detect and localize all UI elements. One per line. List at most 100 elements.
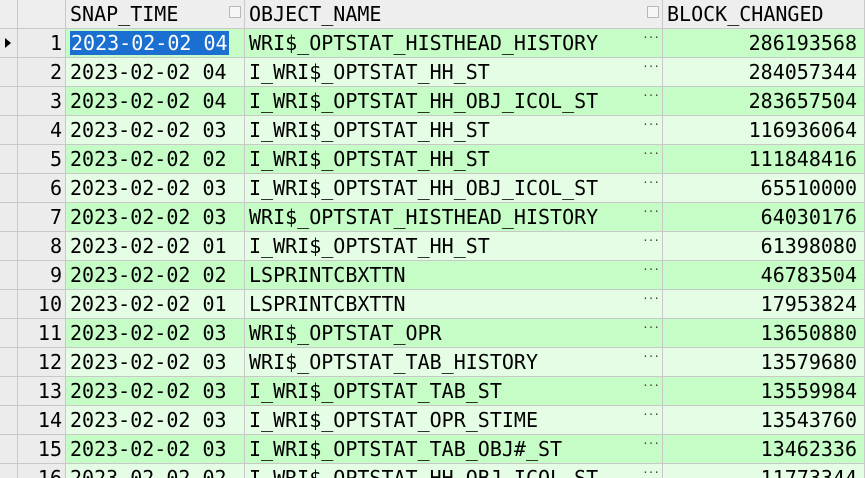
- table-row[interactable]: 1 2023-02-02 04 WRI$_OPTSTAT_HISTHEAD_HIST…: [0, 29, 865, 58]
- column-filter-icon[interactable]: [229, 6, 241, 18]
- cell-block-changed[interactable]: 284057344: [663, 58, 865, 87]
- cell-object-name[interactable]: WRI$_OPTSTAT_HISTHEAD_HISTORY...: [245, 203, 663, 232]
- cell-snap-time[interactable]: 2023-02-02 03: [66, 406, 245, 435]
- cell-ellipsis-button[interactable]: ...: [642, 203, 660, 214]
- row-indicator[interactable]: [0, 145, 18, 174]
- cell-snap-time[interactable]: 2023-02-02 04: [66, 87, 245, 116]
- table-row[interactable]: 5 2023-02-02 02 I_WRI$_OPTSTAT_HH_ST... 111…: [0, 145, 865, 174]
- cell-object-name[interactable]: I_WRI$_OPTSTAT_TAB_ST...: [245, 377, 663, 406]
- table-row[interactable]: 10 2023-02-02 01 LSPRINTCBXTTN... 17953824: [0, 290, 865, 319]
- table-row[interactable]: 11 2023-02-02 03 WRI$_OPTSTAT_OPR... 136508…: [0, 319, 865, 348]
- header-corner[interactable]: [0, 0, 18, 29]
- row-indicator[interactable]: [0, 406, 18, 435]
- table-row[interactable]: 14 2023-02-02 03 I_WRI$_OPTSTAT_OPR_STIME.…: [0, 406, 865, 435]
- cell-block-changed[interactable]: 64030176: [663, 203, 865, 232]
- cell-snap-time[interactable]: 2023-02-02 03: [66, 377, 245, 406]
- cell-ellipsis-button[interactable]: ...: [642, 174, 660, 185]
- cell-snap-time[interactable]: 2023-02-02 02: [66, 261, 245, 290]
- table-row[interactable]: 2 2023-02-02 04 I_WRI$_OPTSTAT_HH_ST... 284…: [0, 58, 865, 87]
- cell-block-changed[interactable]: 17953824: [663, 290, 865, 319]
- table-row[interactable]: 3 2023-02-02 04 I_WRI$_OPTSTAT_HH_OBJ_ICOL…: [0, 87, 865, 116]
- cell-object-name[interactable]: I_WRI$_OPTSTAT_TAB_OBJ#_ST...: [245, 435, 663, 464]
- cell-snap-time[interactable]: 2023-02-02 03: [66, 174, 245, 203]
- row-indicator[interactable]: [0, 174, 18, 203]
- row-indicator[interactable]: [0, 464, 18, 478]
- cell-block-changed[interactable]: 61398080: [663, 232, 865, 261]
- row-indicator[interactable]: [0, 348, 18, 377]
- cell-block-changed[interactable]: 11773344: [663, 464, 865, 478]
- table-row[interactable]: 7 2023-02-02 03 WRI$_OPTSTAT_HISTHEAD_HIST…: [0, 203, 865, 232]
- row-indicator[interactable]: [0, 319, 18, 348]
- row-indicator[interactable]: [0, 290, 18, 319]
- cell-ellipsis-button[interactable]: ...: [642, 58, 660, 69]
- table-row[interactable]: 15 2023-02-02 03 I_WRI$_OPTSTAT_TAB_OBJ#_S…: [0, 435, 865, 464]
- row-indicator[interactable]: [0, 232, 18, 261]
- cell-object-name[interactable]: I_WRI$_OPTSTAT_HH_OBJ_ICOL_ST...: [245, 464, 663, 478]
- cell-ellipsis-button[interactable]: ...: [642, 29, 660, 40]
- cell-snap-time[interactable]: 2023-02-02 03: [66, 116, 245, 145]
- row-indicator[interactable]: [0, 203, 18, 232]
- column-header-object-name[interactable]: OBJECT_NAME: [245, 0, 663, 29]
- cell-object-name[interactable]: I_WRI$_OPTSTAT_HH_ST...: [245, 116, 663, 145]
- cell-object-name[interactable]: I_WRI$_OPTSTAT_HH_ST...: [245, 58, 663, 87]
- cell-block-changed[interactable]: 13462336: [663, 435, 865, 464]
- cell-snap-time[interactable]: 2023-02-02 03: [66, 348, 245, 377]
- cell-block-changed[interactable]: 13543760: [663, 406, 865, 435]
- cell-snap-time[interactable]: 2023-02-02 04: [66, 29, 245, 58]
- cell-ellipsis-button[interactable]: ...: [642, 232, 660, 243]
- cell-ellipsis-button[interactable]: ...: [642, 261, 660, 272]
- cell-block-changed[interactable]: 13559984: [663, 377, 865, 406]
- cell-ellipsis-button[interactable]: ...: [642, 464, 660, 475]
- cell-object-name[interactable]: I_WRI$_OPTSTAT_OPR_STIME...: [245, 406, 663, 435]
- cell-snap-time[interactable]: 2023-02-02 03: [66, 319, 245, 348]
- row-indicator[interactable]: [0, 435, 18, 464]
- selected-cell-text[interactable]: 2023-02-02 04: [70, 31, 229, 55]
- cell-snap-time[interactable]: 2023-02-02 03: [66, 203, 245, 232]
- column-header-block-changed[interactable]: BLOCK_CHANGED: [663, 0, 865, 29]
- cell-snap-time[interactable]: 2023-02-02 02: [66, 464, 245, 478]
- cell-snap-time[interactable]: 2023-02-02 01: [66, 290, 245, 319]
- cell-ellipsis-button[interactable]: ...: [642, 87, 660, 98]
- row-indicator[interactable]: [0, 261, 18, 290]
- table-row[interactable]: 13 2023-02-02 03 I_WRI$_OPTSTAT_TAB_ST... 1…: [0, 377, 865, 406]
- row-indicator[interactable]: [0, 87, 18, 116]
- cell-ellipsis-button[interactable]: ...: [642, 116, 660, 127]
- row-indicator[interactable]: [0, 58, 18, 87]
- cell-ellipsis-button[interactable]: ...: [642, 319, 660, 330]
- table-row[interactable]: 9 2023-02-02 02 LSPRINTCBXTTN... 46783504: [0, 261, 865, 290]
- cell-block-changed[interactable]: 65510000: [663, 174, 865, 203]
- cell-ellipsis-button[interactable]: ...: [642, 377, 660, 388]
- cell-object-name[interactable]: WRI$_OPTSTAT_HISTHEAD_HISTORY...: [245, 29, 663, 58]
- cell-snap-time[interactable]: 2023-02-02 02: [66, 145, 245, 174]
- row-indicator[interactable]: [0, 116, 18, 145]
- table-row[interactable]: 12 2023-02-02 03 WRI$_OPTSTAT_TAB_HISTORY.…: [0, 348, 865, 377]
- cell-object-name[interactable]: I_WRI$_OPTSTAT_HH_ST...: [245, 232, 663, 261]
- cell-snap-time[interactable]: 2023-02-02 04: [66, 58, 245, 87]
- column-header-snap-time[interactable]: SNAP_TIME: [66, 0, 245, 29]
- table-row[interactable]: 8 2023-02-02 01 I_WRI$_OPTSTAT_HH_ST... 613…: [0, 232, 865, 261]
- cell-object-name[interactable]: WRI$_OPTSTAT_TAB_HISTORY...: [245, 348, 663, 377]
- cell-block-changed[interactable]: 46783504: [663, 261, 865, 290]
- table-row[interactable]: 6 2023-02-02 03 I_WRI$_OPTSTAT_HH_OBJ_ICOL…: [0, 174, 865, 203]
- row-indicator[interactable]: [0, 377, 18, 406]
- cell-snap-time[interactable]: 2023-02-02 01: [66, 232, 245, 261]
- cell-object-name[interactable]: I_WRI$_OPTSTAT_HH_ST...: [245, 145, 663, 174]
- cell-ellipsis-button[interactable]: ...: [642, 145, 660, 156]
- cell-object-name[interactable]: LSPRINTCBXTTN...: [245, 290, 663, 319]
- cell-ellipsis-button[interactable]: ...: [642, 348, 660, 359]
- table-row[interactable]: 16 2023-02-02 02 I_WRI$_OPTSTAT_HH_OBJ_ICO…: [0, 464, 865, 478]
- cell-block-changed[interactable]: 13579680: [663, 348, 865, 377]
- cell-object-name[interactable]: WRI$_OPTSTAT_OPR...: [245, 319, 663, 348]
- cell-object-name[interactable]: LSPRINTCBXTTN...: [245, 261, 663, 290]
- row-indicator[interactable]: [0, 29, 18, 58]
- cell-ellipsis-button[interactable]: ...: [642, 406, 660, 417]
- cell-block-changed[interactable]: 286193568: [663, 29, 865, 58]
- column-filter-icon[interactable]: [647, 6, 659, 18]
- cell-block-changed[interactable]: 283657504: [663, 87, 865, 116]
- cell-block-changed[interactable]: 13650880: [663, 319, 865, 348]
- cell-object-name[interactable]: I_WRI$_OPTSTAT_HH_OBJ_ICOL_ST...: [245, 174, 663, 203]
- cell-block-changed[interactable]: 111848416: [663, 145, 865, 174]
- cell-block-changed[interactable]: 116936064: [663, 116, 865, 145]
- cell-object-name[interactable]: I_WRI$_OPTSTAT_HH_OBJ_ICOL_ST...: [245, 87, 663, 116]
- cell-ellipsis-button[interactable]: ...: [642, 435, 660, 446]
